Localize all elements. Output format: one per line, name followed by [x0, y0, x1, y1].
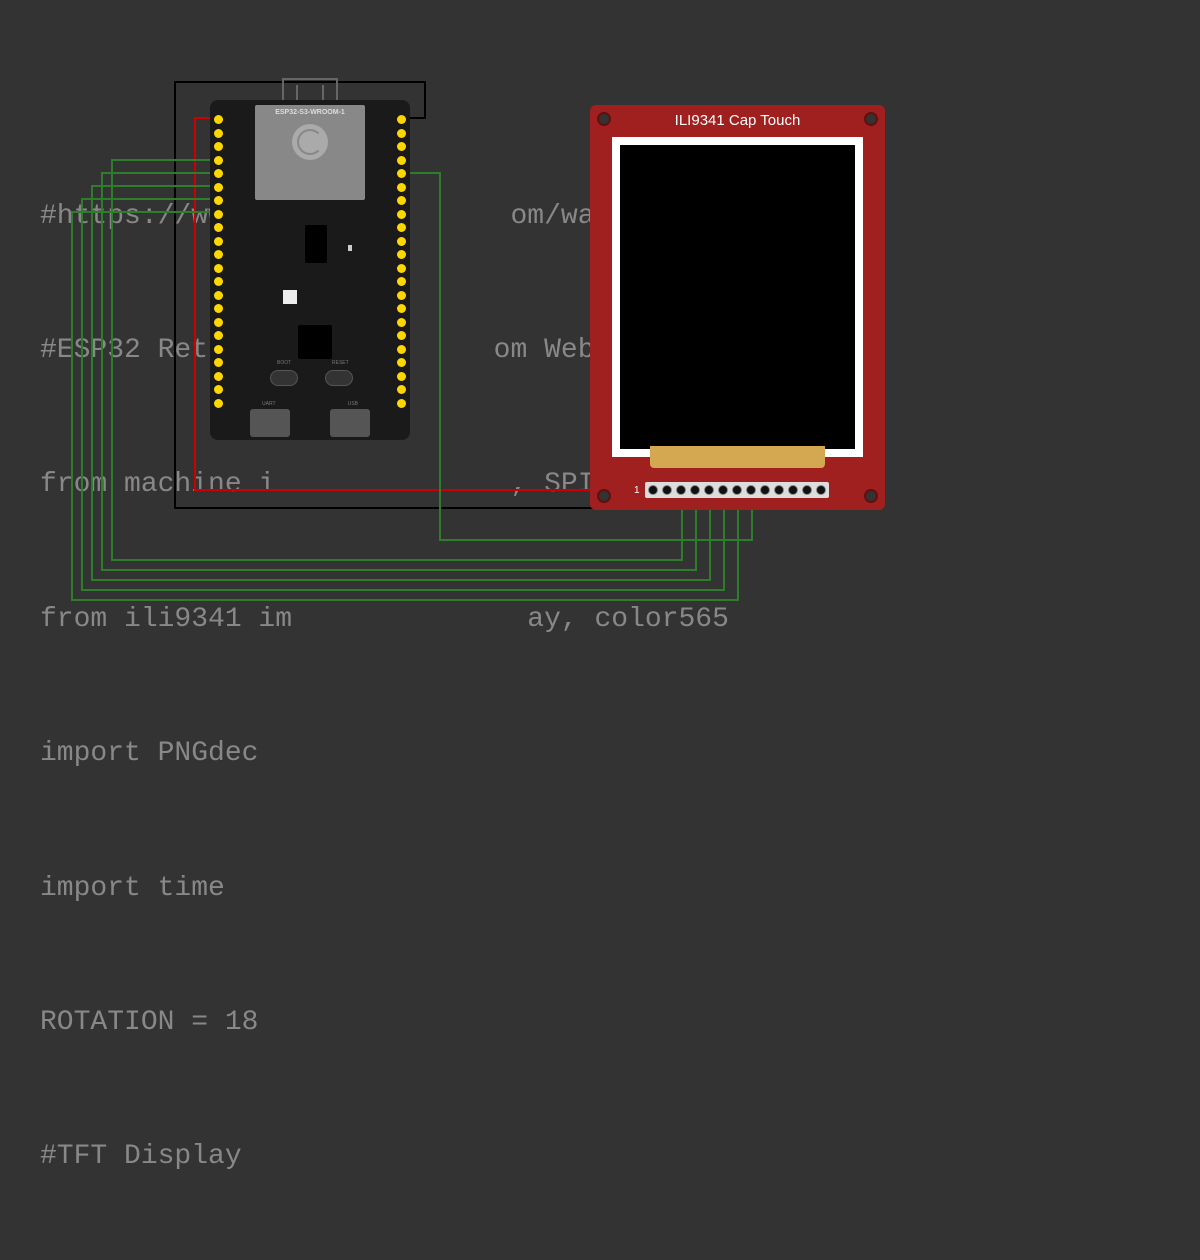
- pin[interactable]: [690, 485, 700, 495]
- pin[interactable]: [774, 485, 784, 495]
- pin[interactable]: [397, 223, 406, 232]
- mounting-hole-icon: [597, 112, 611, 126]
- component-chip: [298, 325, 332, 359]
- led-icon: [283, 290, 297, 304]
- pin[interactable]: [397, 372, 406, 381]
- pin[interactable]: [214, 304, 223, 313]
- pins-right-row: [397, 115, 406, 408]
- esp32-chip: ESP32-S3-WROOM-1: [255, 105, 365, 200]
- code-line: import time: [40, 867, 1200, 912]
- pin[interactable]: [214, 196, 223, 205]
- pin[interactable]: [397, 183, 406, 192]
- pin[interactable]: [214, 264, 223, 273]
- pin[interactable]: [214, 385, 223, 394]
- pin[interactable]: [397, 115, 406, 124]
- pin[interactable]: [397, 156, 406, 165]
- pin[interactable]: [214, 358, 223, 367]
- uart-port: [250, 409, 290, 437]
- pin[interactable]: [214, 331, 223, 340]
- reset-label: RESET: [332, 360, 349, 366]
- pin[interactable]: [704, 485, 714, 495]
- pin[interactable]: [397, 196, 406, 205]
- pin[interactable]: [732, 485, 742, 495]
- pin[interactable]: [802, 485, 812, 495]
- pin[interactable]: [397, 358, 406, 367]
- pin[interactable]: [718, 485, 728, 495]
- pin[interactable]: [788, 485, 798, 495]
- boot-button[interactable]: [270, 370, 298, 386]
- pin[interactable]: [214, 345, 223, 354]
- pin[interactable]: [662, 485, 672, 495]
- pin[interactable]: [214, 183, 223, 192]
- pin[interactable]: [214, 129, 223, 138]
- pin[interactable]: [214, 237, 223, 246]
- code-line: #TFT Display: [40, 1135, 1200, 1180]
- pin[interactable]: [397, 237, 406, 246]
- mounting-hole-icon: [597, 489, 611, 503]
- chip-label: ESP32-S3-WROOM-1: [275, 109, 345, 116]
- component-dot: [348, 245, 352, 251]
- display-screen-bezel: [612, 137, 863, 457]
- mounting-hole-icon: [864, 489, 878, 503]
- pin[interactable]: [397, 277, 406, 286]
- pin[interactable]: [214, 210, 223, 219]
- pin[interactable]: [676, 485, 686, 495]
- display-screen[interactable]: [620, 145, 855, 449]
- pin[interactable]: [214, 250, 223, 259]
- pin[interactable]: [397, 250, 406, 259]
- pin[interactable]: [214, 372, 223, 381]
- display-title: ILI9341 Cap Touch: [590, 112, 885, 129]
- pin[interactable]: [214, 156, 223, 165]
- esp32-board[interactable]: ESP32-S3-WROOM-1 BOOT RESET UART USB: [210, 100, 410, 440]
- pin[interactable]: [214, 115, 223, 124]
- component-chip: [305, 225, 327, 263]
- pin[interactable]: [397, 385, 406, 394]
- code-line: from ili9341 im ay, color565: [40, 598, 1200, 643]
- usb-label: USB: [348, 401, 358, 407]
- ili9341-display-board[interactable]: ILI9341 Cap Touch 1: [590, 105, 885, 510]
- pin[interactable]: [397, 291, 406, 300]
- pin[interactable]: [397, 169, 406, 178]
- pin[interactable]: [397, 331, 406, 340]
- pin[interactable]: [397, 318, 406, 327]
- pin[interactable]: [214, 318, 223, 327]
- pin[interactable]: [214, 291, 223, 300]
- pin[interactable]: [397, 345, 406, 354]
- pin[interactable]: [760, 485, 770, 495]
- pin[interactable]: [214, 399, 223, 408]
- ribbon-connector-icon: [650, 446, 825, 468]
- pin[interactable]: [214, 223, 223, 232]
- pin[interactable]: [397, 399, 406, 408]
- pin[interactable]: [214, 142, 223, 151]
- espressif-logo-icon: [292, 124, 328, 160]
- pin[interactable]: [816, 485, 826, 495]
- pin[interactable]: [214, 169, 223, 178]
- uart-label: UART: [262, 401, 276, 407]
- pin[interactable]: [397, 304, 406, 313]
- pins-left-row: [214, 115, 223, 408]
- pin[interactable]: [397, 142, 406, 151]
- pin[interactable]: [397, 210, 406, 219]
- pin[interactable]: [648, 485, 658, 495]
- boot-label: BOOT: [277, 360, 291, 366]
- pin[interactable]: [214, 277, 223, 286]
- pin[interactable]: [397, 264, 406, 273]
- reset-button[interactable]: [325, 370, 353, 386]
- code-line: import PNGdec: [40, 732, 1200, 777]
- pin-number-label: 1: [634, 485, 640, 496]
- pin[interactable]: [397, 129, 406, 138]
- code-line: ROTATION = 18: [40, 1001, 1200, 1046]
- usb-port: [330, 409, 370, 437]
- antenna-icon: [282, 78, 338, 100]
- pin[interactable]: [746, 485, 756, 495]
- display-pin-header: [645, 482, 829, 498]
- mounting-hole-icon: [864, 112, 878, 126]
